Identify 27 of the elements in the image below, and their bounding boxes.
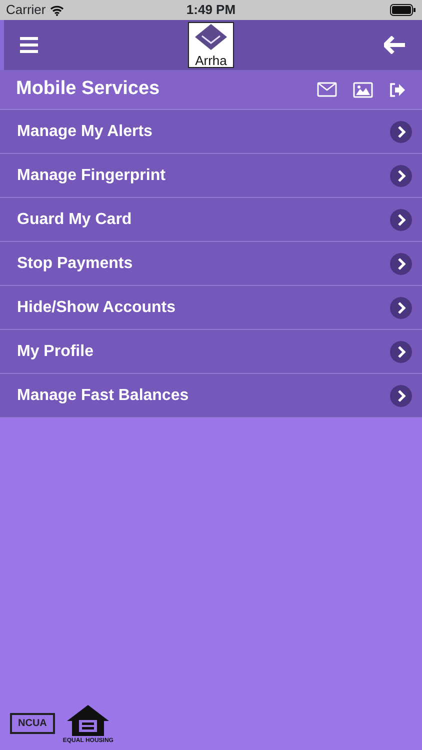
wifi-icon	[50, 4, 64, 16]
back-arrow-icon[interactable]	[384, 36, 406, 54]
chevron-right-icon	[390, 296, 412, 318]
menu-item[interactable]: Manage Fast Balances	[0, 374, 422, 418]
chevron-right-icon	[390, 384, 412, 406]
menu-item[interactable]: Manage My Alerts	[0, 110, 422, 154]
logout-icon[interactable]	[389, 82, 406, 96]
battery-icon	[390, 4, 416, 16]
house-icon	[65, 703, 112, 737]
menu-item[interactable]: Stop Payments	[0, 242, 422, 286]
status-time: 1:49 PM	[186, 1, 236, 20]
menu-item[interactable]: Manage Fingerprint	[0, 154, 422, 198]
chevron-right-icon	[390, 164, 412, 186]
ncua-logo: NCUA	[10, 713, 55, 734]
chevron-right-icon	[390, 120, 412, 142]
app-logo: Arrha	[188, 22, 234, 68]
image-icon[interactable]	[353, 82, 373, 98]
section-title: Mobile Services	[16, 77, 160, 102]
menu-item[interactable]: My Profile	[0, 330, 422, 374]
menu-item[interactable]: Hide/Show Accounts	[0, 286, 422, 330]
menu-item[interactable]: Guard My Card	[0, 198, 422, 242]
chevron-right-icon	[390, 252, 412, 274]
menu-icon[interactable]	[20, 37, 38, 53]
mail-icon[interactable]	[317, 82, 337, 97]
chevron-right-icon	[390, 340, 412, 362]
carrier-label: Carrier	[6, 1, 46, 20]
chevron-right-icon	[390, 208, 412, 230]
